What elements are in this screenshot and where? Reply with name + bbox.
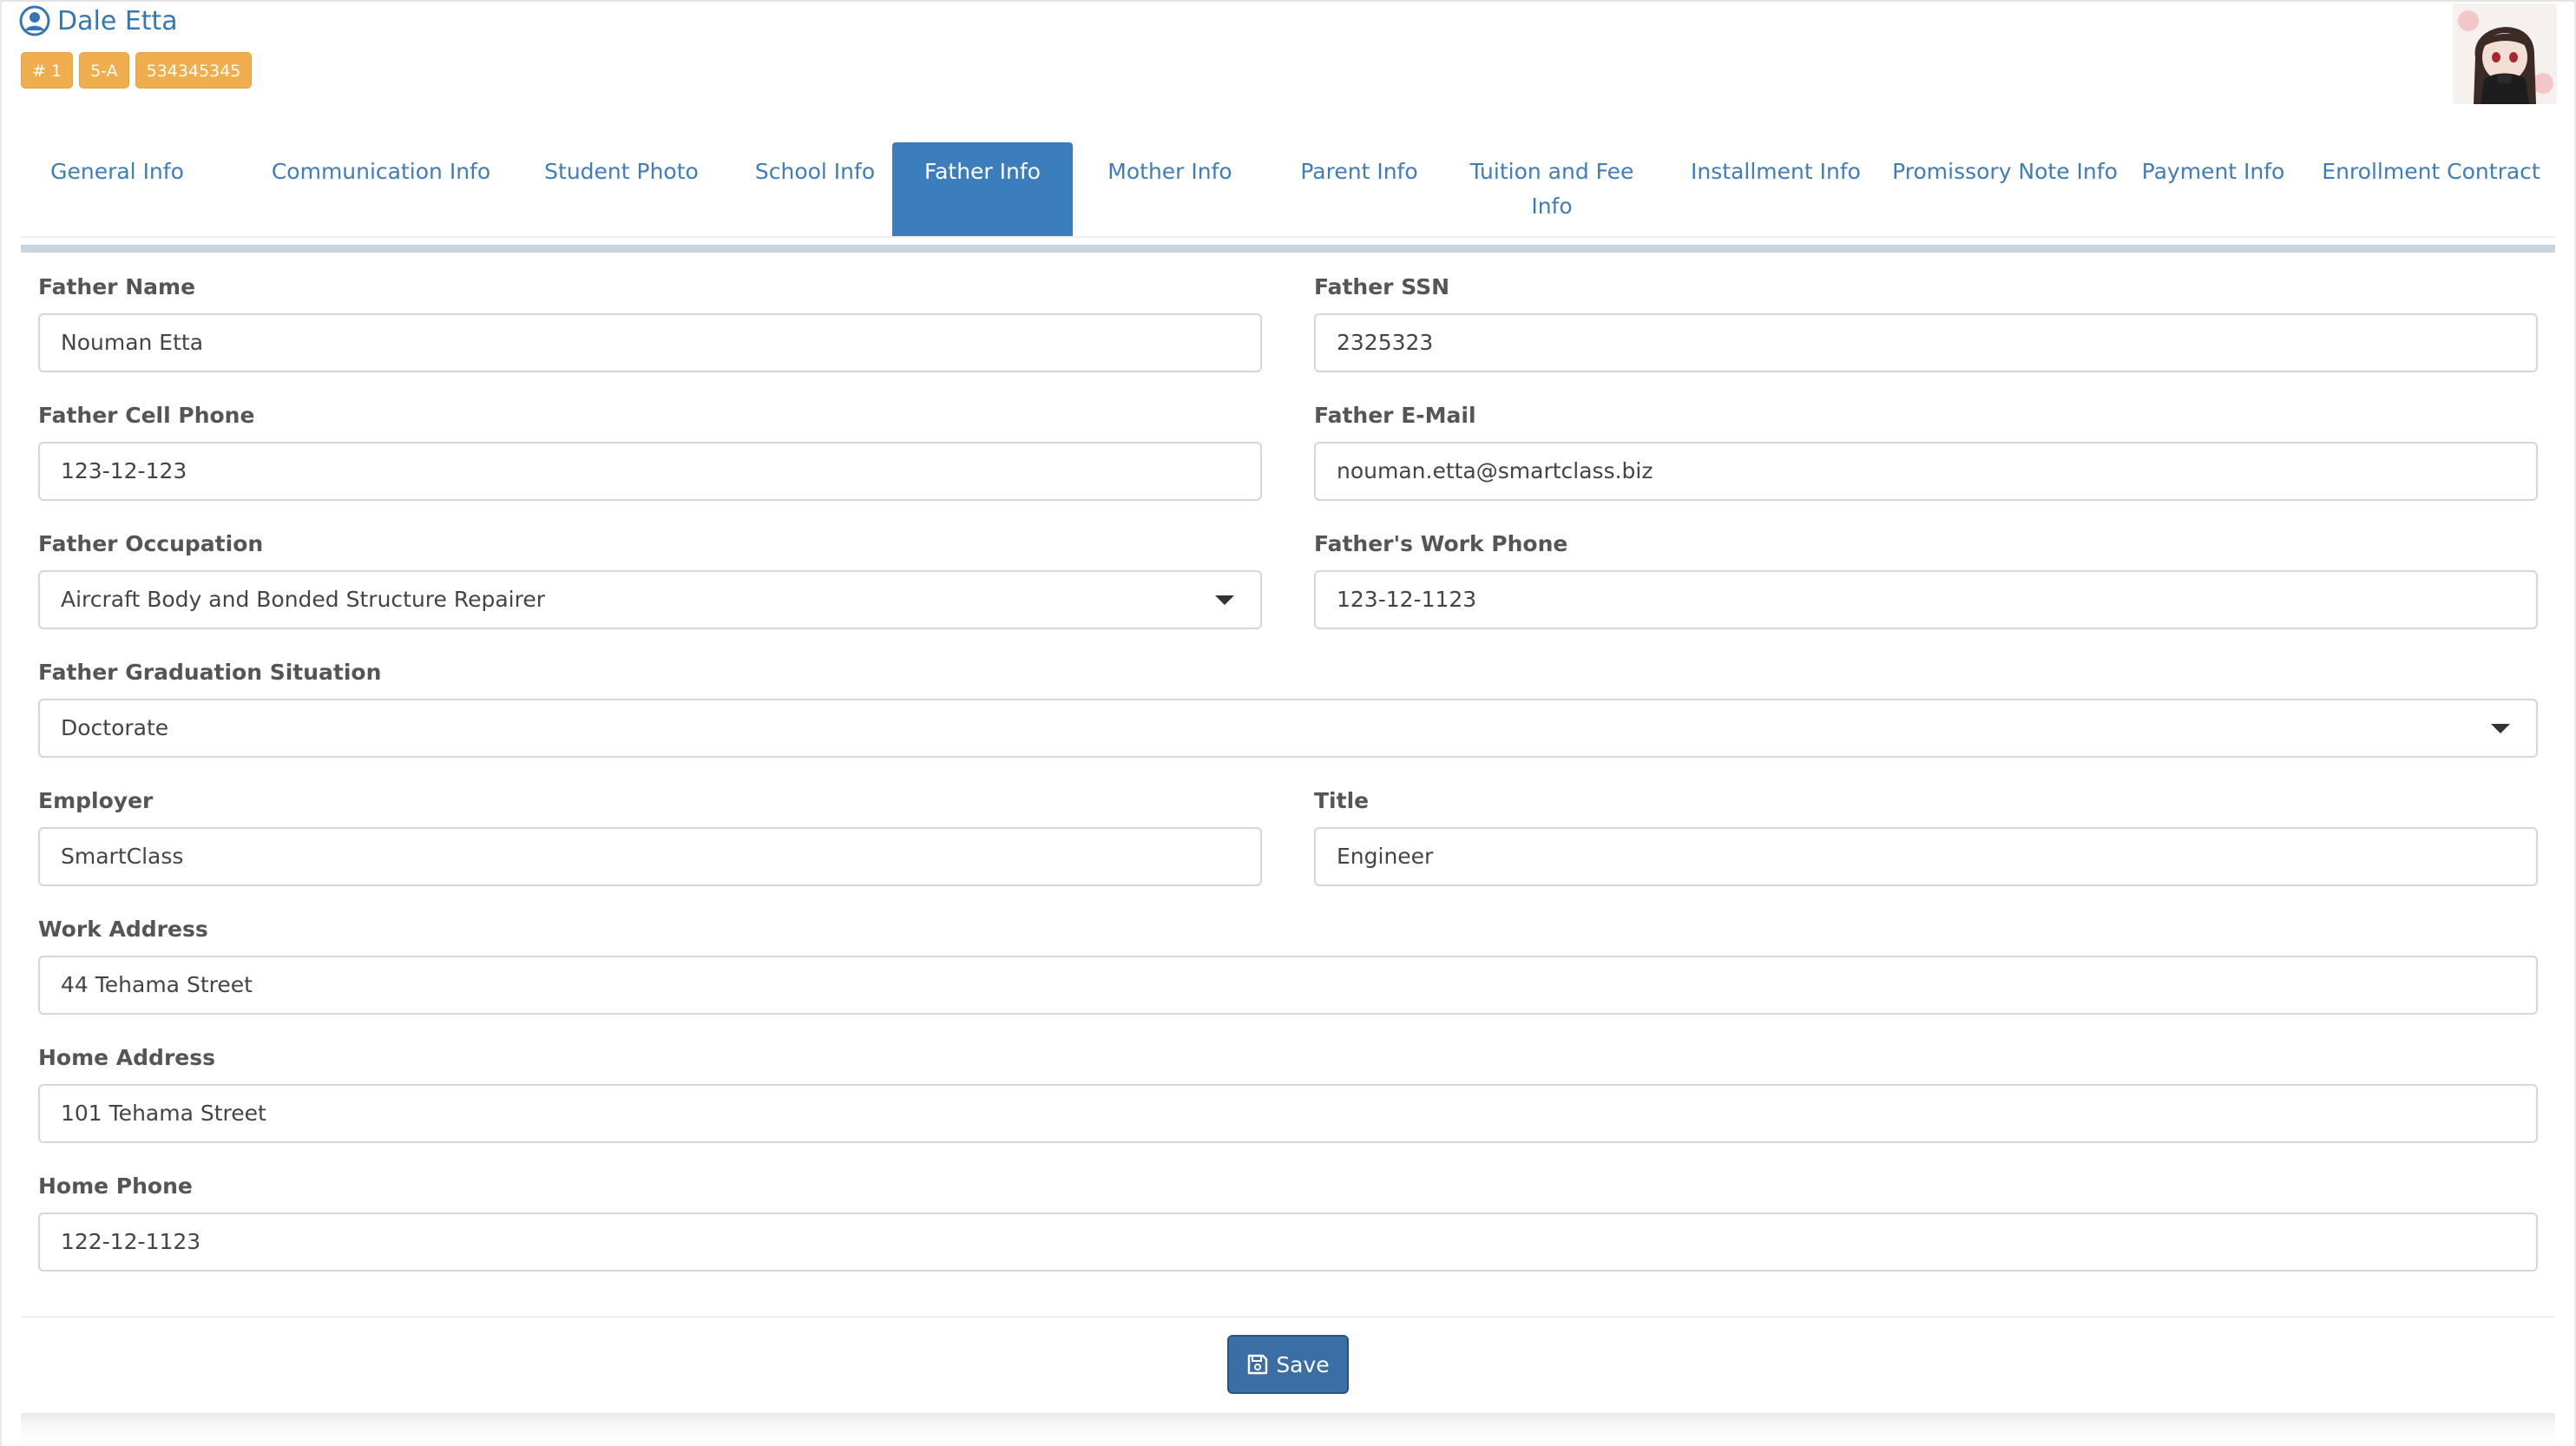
father-email-input[interactable]: nouman.etta@smartclass.biz [1314, 442, 2538, 501]
father-name-field: Father Name Nouman Etta [38, 270, 1262, 372]
work-address-field: Work Address 44 Tehama Street [38, 912, 2538, 1015]
father-work-phone-label: Father's Work Phone [1314, 531, 1568, 556]
home-phone-field: Home Phone 122-12-1123 [38, 1169, 2538, 1272]
student-number-badge: # 1 [21, 52, 74, 89]
tab-promissory-note-info[interactable]: Promissory Note Info [1887, 142, 2123, 238]
floppy-disk-icon [1248, 1354, 1268, 1375]
home-address-field: Home Address 101 Tehama Street [38, 1041, 2538, 1143]
father-work-phone-input[interactable]: 123-12-1123 [1314, 570, 2538, 629]
student-id-badge: 534345345 [135, 52, 253, 89]
tab-student-photo[interactable]: Student Photo [505, 142, 738, 238]
work-address-label: Work Address [38, 917, 208, 942]
save-button-label: Save [1276, 1351, 1330, 1377]
father-graduation-select-wrapper: Doctorate [38, 699, 2538, 758]
caret-down-icon [2491, 724, 2510, 733]
father-email-label: Father E-Mail [1314, 403, 1476, 428]
father-info-form: Father Name Nouman Etta Father SSN 23253… [21, 253, 2555, 1316]
user-circle-icon [19, 5, 50, 36]
page-border-top [0, 0, 2576, 2]
father-graduation-field: Father Graduation Situation Doctorate [38, 655, 2538, 758]
tab-payment-info[interactable]: Payment Info [2109, 142, 2317, 238]
footer-shadow [21, 1413, 2555, 1446]
avatar-image [2453, 3, 2557, 104]
title-input[interactable]: Engineer [1314, 827, 2538, 886]
employer-input[interactable]: SmartClass [38, 827, 1262, 886]
father-occupation-field: Father Occupation Aircraft Body and Bond… [38, 527, 1262, 629]
page-border-left [0, 0, 2, 1446]
student-badges: # 1 5-A 534345345 [21, 52, 253, 89]
tab-father-info[interactable]: Father Info [892, 142, 1073, 238]
title-label: Title [1314, 788, 1370, 813]
father-work-phone-field: Father's Work Phone 123-12-1123 [1314, 527, 2538, 629]
tab-bar: General Info Communication Info Student … [21, 142, 2555, 238]
home-phone-label: Home Phone [38, 1173, 193, 1199]
home-address-label: Home Address [38, 1045, 215, 1070]
father-cell-phone-field: Father Cell Phone 123-12-123 [38, 398, 1262, 501]
father-name-input[interactable]: Nouman Etta [38, 313, 1262, 372]
tab-underline [21, 236, 2555, 238]
tab-installment-info[interactable]: Installment Info [1653, 142, 1899, 238]
student-name-link[interactable]: Dale Etta [57, 6, 178, 36]
student-avatar [2453, 3, 2557, 104]
father-occupation-select-wrapper: Aircraft Body and Bonded Structure Repai… [38, 570, 1262, 629]
tab-mother-info[interactable]: Mother Info [1073, 142, 1267, 238]
work-address-input[interactable]: 44 Tehama Street [38, 956, 2538, 1015]
father-name-label: Father Name [38, 274, 196, 299]
save-button[interactable]: Save [1227, 1335, 1349, 1394]
student-header: Dale Etta [19, 5, 178, 36]
home-address-input[interactable]: 101 Tehama Street [38, 1084, 2538, 1143]
tab-school-info[interactable]: School Info [715, 142, 915, 238]
father-cell-phone-label: Father Cell Phone [38, 403, 255, 428]
tab-tuition-fee-info[interactable]: Tuition and Fee Info [1462, 142, 1642, 238]
tab-general-info[interactable]: General Info [21, 142, 214, 238]
father-occupation-label: Father Occupation [38, 531, 264, 556]
father-graduation-label: Father Graduation Situation [38, 660, 382, 685]
father-graduation-select[interactable]: Doctorate [38, 699, 2538, 758]
tab-enrollment-contract[interactable]: Enrollment Contract [2305, 142, 2557, 238]
tab-communication-info[interactable]: Communication Info [240, 142, 522, 238]
father-cell-phone-input[interactable]: 123-12-123 [38, 442, 1262, 501]
class-badge: 5-A [79, 52, 129, 89]
father-ssn-label: Father SSN [1314, 274, 1450, 299]
employer-field: Employer SmartClass [38, 784, 1262, 886]
father-ssn-input[interactable]: 2325323 [1314, 313, 2538, 372]
father-ssn-field: Father SSN 2325323 [1314, 270, 2538, 372]
father-occupation-select[interactable]: Aircraft Body and Bonded Structure Repai… [38, 570, 1262, 629]
title-field: Title Engineer [1314, 784, 2538, 886]
father-email-field: Father E-Mail nouman.etta@smartclass.biz [1314, 398, 2538, 501]
form-footer: Save [21, 1316, 2555, 1413]
page: Dale Etta # 1 5-A 534345345 General Info… [0, 0, 2576, 1446]
caret-down-icon [1215, 595, 1234, 605]
home-phone-input[interactable]: 122-12-1123 [38, 1213, 2538, 1272]
employer-label: Employer [38, 788, 154, 813]
tab-parent-info[interactable]: Parent Info [1267, 142, 1451, 238]
tab-content-divider [21, 245, 2555, 253]
